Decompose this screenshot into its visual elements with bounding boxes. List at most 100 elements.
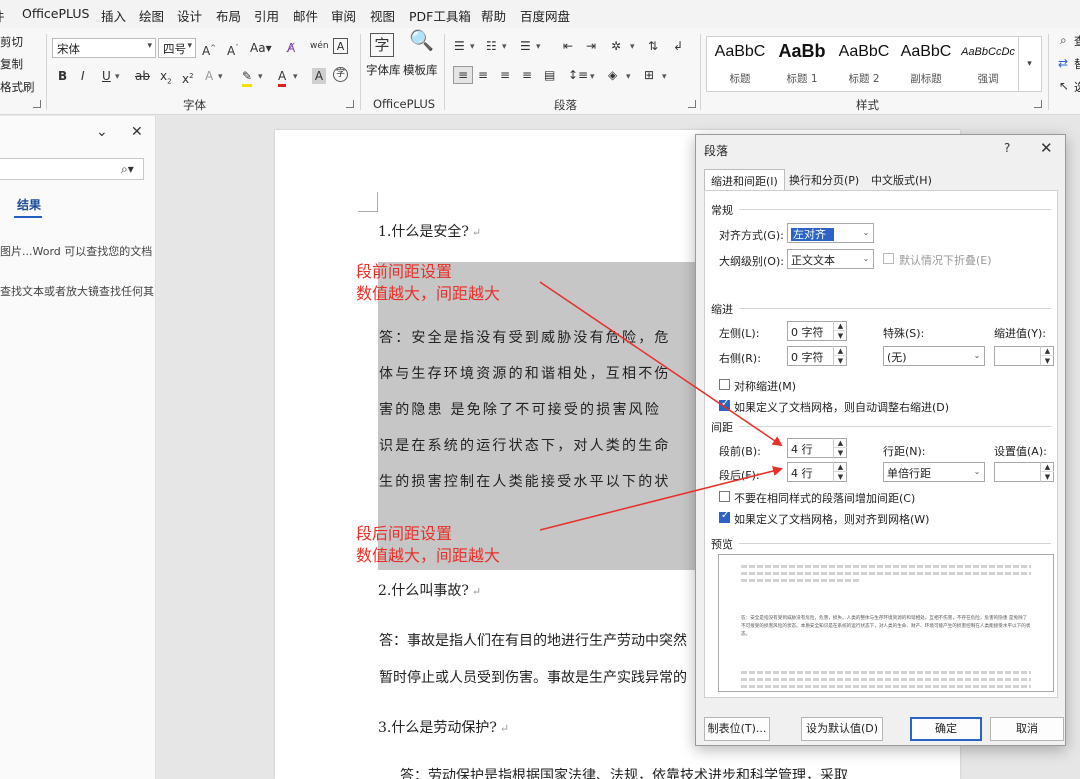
question-3[interactable]: 3.什么是劳动保护? ↵ [378,717,509,737]
chevron-down-icon[interactable]: ▾ [115,69,120,85]
close-icon[interactable]: ✕ [131,124,143,140]
template-library-button[interactable]: 模板库 [403,62,438,78]
menu-insert[interactable]: 插入 [101,6,126,25]
question-2[interactable]: 2.什么叫事故? ↵ [378,580,481,600]
find-button[interactable]: 查 [1074,33,1080,49]
indent-left-spinner[interactable]: ▲ ▼ [833,321,847,341]
auto-right-indent-checkbox[interactable] [719,398,730,411]
font-color-icon[interactable]: A [278,68,287,87]
answer-2-line-1[interactable]: 答：事故是指人们在有目的地进行生产劳动中突然 [379,630,687,650]
chevron-down-icon[interactable]: ▾ [662,69,667,85]
menu-layout[interactable]: 布局 [216,6,241,25]
line-spacing-select[interactable]: 单倍行距 ⌄ [883,462,985,482]
chevron-down-icon[interactable]: ▾ [258,69,263,85]
style-title[interactable]: AaBbC 标题 [709,37,771,91]
mirror-indents-checkbox[interactable] [719,379,730,390]
clipboard-launcher-icon[interactable] [33,100,41,108]
menu-baidu-disk[interactable]: 百度网盘 [520,6,570,25]
tab-asian-typography[interactable]: 中文版式(H) [871,172,932,188]
chevron-down-icon[interactable]: ▾ [218,69,223,85]
tab-results[interactable]: 结果 [17,196,41,213]
chevron-down-icon[interactable]: ▾ [536,39,541,55]
tab-line-page-breaks[interactable]: 换行和分页(P) [789,172,859,188]
multilevel-list-icon[interactable]: ☰ [520,38,531,54]
align-left-icon[interactable]: ≡ [453,66,473,84]
tabs-button[interactable]: 制表位(T)... [704,717,770,741]
replace-icon[interactable]: ⇄ [1058,55,1068,71]
chevron-down-icon[interactable]: ▾ [590,69,595,85]
font-name-combo[interactable]: 宋体 ▾ [52,38,156,58]
cancel-button[interactable]: 取消 [990,717,1064,741]
ok-button[interactable]: 确定 [910,717,982,741]
subscript-icon[interactable]: x2 [160,68,172,89]
chevron-down-icon[interactable]: ▾ [470,39,475,55]
help-button[interactable]: ? [1004,141,1010,155]
select-icon[interactable]: ↖ [1059,78,1069,94]
decrease-indent-icon[interactable]: ⇤ [563,38,573,54]
format-painter-button[interactable]: 格式刷 [0,79,35,95]
italic-icon[interactable]: I [81,68,85,84]
style-subtitle[interactable]: AaBbC 副标题 [895,37,957,91]
font-launcher-icon[interactable] [346,100,354,108]
alignment-select[interactable]: 左对齐 ⌄ [787,223,874,243]
special-indent-select[interactable]: (无) ⌄ [883,346,985,366]
chinese-layout-icon[interactable]: ✲ [611,38,621,54]
no-space-same-style-checkbox[interactable] [719,491,730,502]
font-library-button[interactable]: 字体库 [366,62,401,78]
menu-references[interactable]: 引用 [254,6,279,25]
styles-launcher-icon[interactable] [1034,100,1042,108]
enclose-char-icon[interactable]: 字 [333,67,348,82]
align-right-icon[interactable]: ≡ [500,67,510,83]
set-default-button[interactable]: 设为默认值(D) [801,717,883,741]
copy-button[interactable]: 复制 [0,56,23,72]
char-border-icon[interactable]: A [333,38,348,54]
menu-draw[interactable]: 绘图 [139,6,164,25]
find-icon[interactable]: ⌕ [1060,32,1067,48]
change-case-icon[interactable]: Aa▾ [250,40,272,56]
line-spacing-icon[interactable]: ↕≡ [568,67,588,83]
chevron-down-icon[interactable]: ⌄ [96,124,108,140]
sort-icon[interactable]: ⇅ [648,38,658,54]
menu-help[interactable]: 帮助 [481,6,506,25]
bullets-icon[interactable]: ☰ [454,38,465,54]
cut-button[interactable]: 剪切 [0,34,23,50]
indent-right-spinner[interactable]: ▲ ▼ [833,346,847,366]
bold-icon[interactable]: B [58,68,67,84]
nav-search-input[interactable]: ⌕▾ [0,158,144,180]
style-emphasis[interactable]: AaBbCcDc 强调 [957,37,1021,91]
clear-format-icon[interactable]: A̸ [287,40,295,56]
distributed-icon[interactable]: ▤ [544,67,555,83]
grow-font-icon[interactable]: A^ [202,40,216,59]
outline-level-select[interactable]: 正文文本 ⌄ [787,249,874,269]
menu-pdf-toolbox[interactable]: PDF工具箱 [409,6,471,25]
menu-view[interactable]: 视图 [370,6,395,25]
chevron-down-icon[interactable]: ▾ [502,39,507,55]
text-effects-icon[interactable]: A [205,68,213,84]
font-size-combo[interactable]: 四号 ▾ [158,38,196,58]
highlight-icon[interactable]: ✎ [242,68,253,87]
template-library-icon[interactable]: 🔍 [409,30,434,50]
chevron-down-icon[interactable]: ▾ [293,69,298,85]
replace-button[interactable]: 替 [1074,56,1080,72]
align-center-icon[interactable]: ≡ [478,67,488,83]
answer-3-line-1[interactable]: 答：劳动保护是指根据国家法律、法规，依靠技术进步和科学管理，采取 [400,765,848,779]
borders-icon[interactable]: ⊞ [644,67,654,83]
menu-mailings[interactable]: 邮件 [293,6,318,25]
answer-1-line-4[interactable]: 识是在系统的运行状态下，对人类的生命 [379,435,671,455]
answer-2-line-2[interactable]: 暂时停止或人员受到伤害。事故是生产实践异常的 [379,667,687,687]
font-library-icon[interactable]: 字 [370,33,394,57]
snap-to-grid-checkbox[interactable] [719,510,730,523]
increase-indent-icon[interactable]: ⇥ [586,38,596,54]
justify-icon[interactable]: ≡ [522,67,532,83]
collapse-checkbox[interactable] [883,253,894,264]
answer-1-line-5[interactable]: 生的损害控制在人类能接受水平以下的状 [379,471,671,491]
space-after-spinner[interactable]: ▲ ▼ [833,462,847,482]
answer-1-line-1[interactable]: 答：安全是指没有受到威胁没有危险，危 [379,327,671,347]
tab-indents-spacing[interactable]: 缩进和间距(I) [704,169,785,190]
style-heading-1[interactable]: AaBb 标题 1 [771,37,833,91]
indent-by-spinner[interactable]: ▲ ▼ [1040,346,1054,366]
numbering-icon[interactable]: ☷ [486,38,497,54]
select-button[interactable]: 选 [1074,79,1080,95]
phonetic-guide-icon[interactable]: wén [310,38,329,54]
style-heading-2[interactable]: AaBbC 标题 2 [833,37,895,91]
